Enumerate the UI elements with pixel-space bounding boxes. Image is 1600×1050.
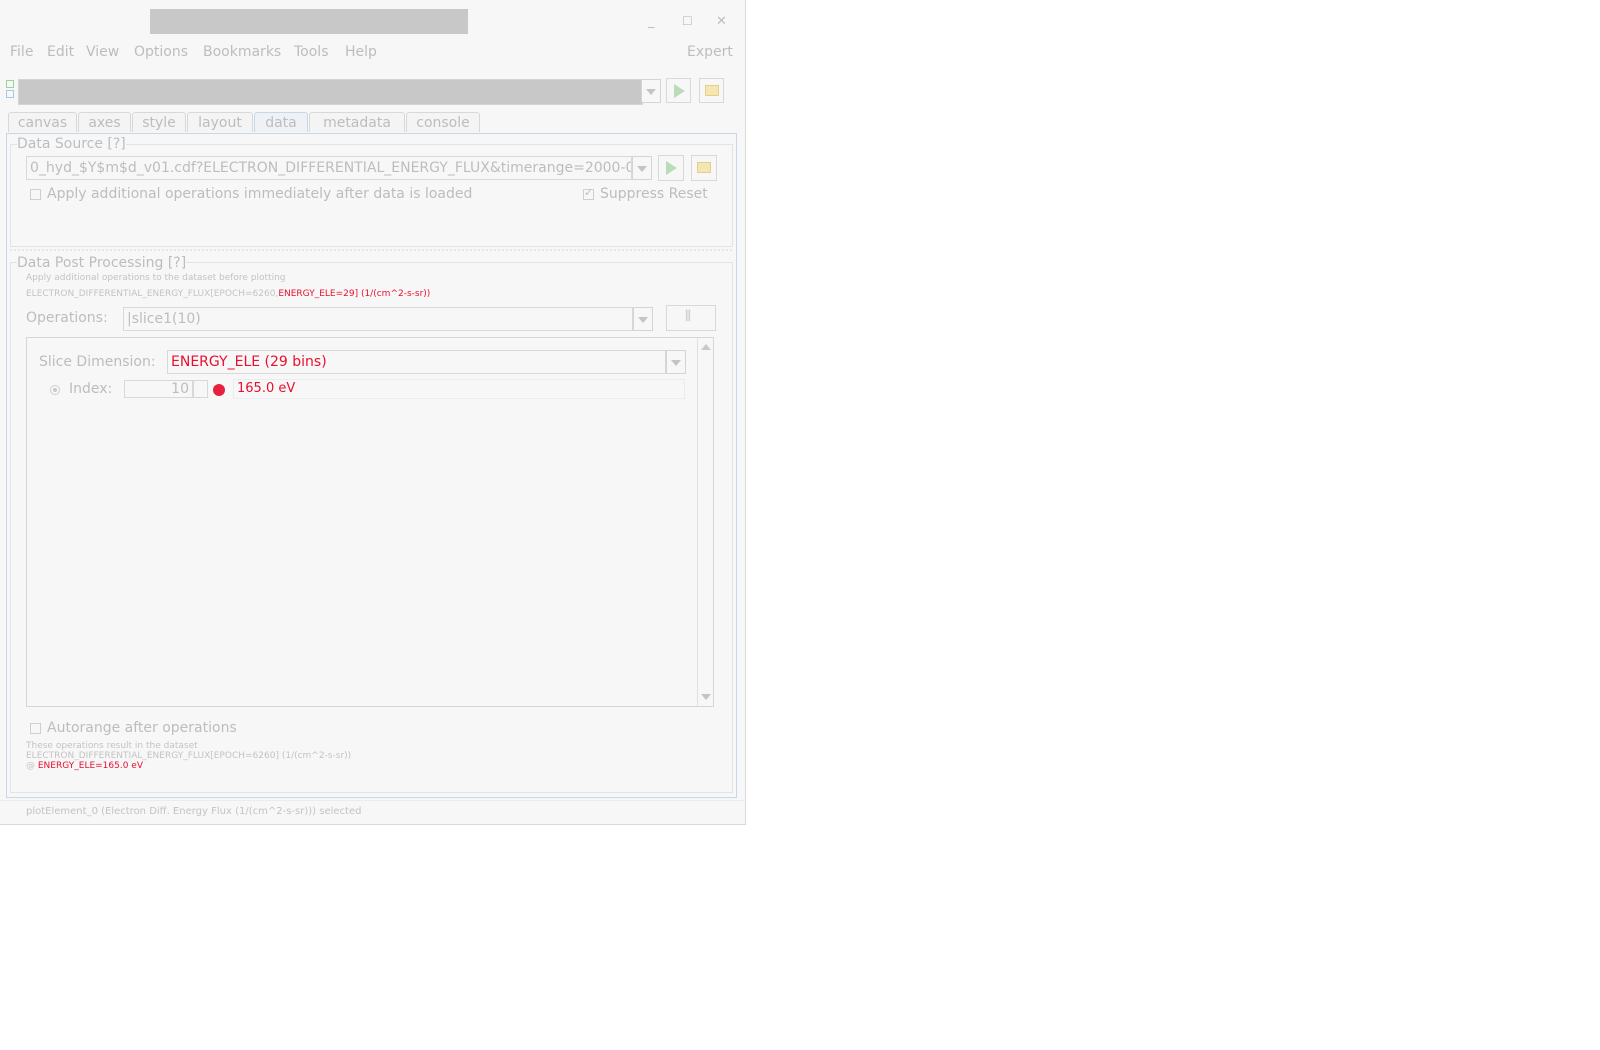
- menu-view[interactable]: View: [86, 44, 119, 60]
- title-bar: _ ☐ ✕: [0, 0, 745, 44]
- address-plot-button[interactable]: [666, 78, 691, 103]
- post-processing-title[interactable]: Data Post Processing [?]: [17, 255, 187, 271]
- folder-icon: [697, 162, 711, 173]
- menu-help[interactable]: Help: [345, 44, 377, 60]
- menu-bookmarks[interactable]: Bookmarks: [203, 44, 281, 60]
- tab-canvas[interactable]: canvas: [8, 112, 77, 132]
- menu-tools[interactable]: Tools: [294, 44, 329, 60]
- status-bar-text: plotElement_0 (Electron Diff. Energy Flu…: [26, 806, 362, 817]
- result-at-prefix: @: [26, 761, 35, 771]
- tab-data[interactable]: data: [254, 112, 308, 132]
- sliders-icon: ⫼: [685, 309, 691, 324]
- result-dataset-slice: @ ENERGY_ELE=165.0 eV: [26, 761, 143, 771]
- chevron-down-icon: [646, 89, 656, 95]
- play-icon: [674, 84, 685, 98]
- result-hint: These operations result in the dataset: [26, 741, 198, 751]
- data-source-dropdown-button[interactable]: [632, 156, 652, 180]
- play-icon: [666, 161, 677, 175]
- tab-metadata[interactable]: metadata: [309, 112, 405, 132]
- result-at-highlight: ENERGY_ELE=165.0 eV: [37, 761, 144, 771]
- chevron-down-icon: [637, 166, 647, 172]
- menu-options[interactable]: Options: [134, 44, 188, 60]
- slice-dimension-select[interactable]: ENERGY_ELE (29 bins): [167, 350, 666, 374]
- input-dataset-highlight: ENERGY_ELE=29] (1/(cm^2-s-sr)): [278, 289, 431, 299]
- menu-edit[interactable]: Edit: [47, 44, 74, 60]
- input-dataset-description: ELECTRON_DIFFERENTIAL_ENERGY_FLUX[EPOCH=…: [26, 289, 430, 299]
- checkmark-icon: ✓: [584, 186, 594, 199]
- folder-icon: [705, 85, 719, 96]
- result-dataset-description: ELECTRON_DIFFERENTIAL_ENERGY_FLUX[EPOCH=…: [26, 751, 352, 761]
- minimize-icon[interactable]: _: [648, 14, 655, 29]
- input-dataset-prefix: ELECTRON_DIFFERENTIAL_ENERGY_FLUX[EPOCH=…: [26, 289, 279, 299]
- operations-field[interactable]: |slice1(10): [123, 307, 633, 331]
- operations-editor-button[interactable]: ⫼: [666, 305, 716, 331]
- apply-ops-checkbox[interactable]: [30, 189, 41, 200]
- chevron-down-icon: [638, 317, 648, 323]
- menu-file[interactable]: File: [10, 44, 33, 60]
- close-icon[interactable]: ✕: [716, 14, 727, 29]
- status-dot-icon: [213, 384, 225, 396]
- tab-layout[interactable]: layout: [187, 112, 253, 132]
- index-label: Index:: [69, 381, 113, 397]
- splitter-handle[interactable]: [10, 249, 733, 251]
- index-spinner-field[interactable]: 10: [124, 380, 194, 398]
- apply-ops-label: Apply additional operations immediately …: [47, 186, 473, 202]
- window-title-redacted: [150, 9, 468, 34]
- suppress-reset-checkbox[interactable]: ✓: [583, 186, 594, 200]
- chevron-down-icon: [671, 360, 681, 366]
- status-indicator-blue: [6, 90, 14, 98]
- radio-dot: [53, 388, 57, 392]
- operations-dropdown-button[interactable]: [633, 307, 653, 331]
- maximize-icon[interactable]: ☐: [682, 14, 693, 28]
- expert-mode-toggle[interactable]: Expert: [687, 44, 733, 60]
- autorange-label: Autorange after operations: [47, 720, 237, 736]
- tab-style[interactable]: style: [132, 112, 186, 132]
- data-source-browse-button[interactable]: [691, 155, 717, 181]
- status-indicator-green: [6, 80, 14, 88]
- menu-bar: File Edit View Options Bookmarks Tools H…: [0, 42, 745, 66]
- status-divider: [0, 800, 745, 801]
- post-processing-hint: Apply additional operations to the datas…: [26, 273, 286, 283]
- autorange-checkbox[interactable]: [30, 723, 41, 734]
- address-dropdown-button[interactable]: [641, 79, 661, 103]
- tab-axes[interactable]: axes: [78, 112, 131, 132]
- index-value-readout: 165.0 eV: [233, 379, 685, 399]
- app-window: _ ☐ ✕ File Edit View Options Bookmarks T…: [0, 0, 746, 825]
- tab-console[interactable]: console: [406, 112, 480, 132]
- scroll-down-icon[interactable]: [701, 694, 711, 700]
- address-browse-button[interactable]: [699, 78, 724, 103]
- index-spinner-buttons[interactable]: [192, 380, 208, 398]
- suppress-reset-label: Suppress Reset: [600, 186, 708, 202]
- editor-scrollbar[interactable]: [697, 338, 713, 706]
- data-source-uri-field[interactable]: 0_hyd_$Y$m$d_v01.cdf?ELECTRON_DIFFERENTI…: [26, 156, 632, 180]
- scroll-up-icon[interactable]: [701, 344, 711, 350]
- data-source-plot-button[interactable]: [658, 155, 684, 181]
- slice-dimension-dropdown-button[interactable]: [666, 350, 686, 374]
- slice-dimension-label: Slice Dimension:: [39, 354, 156, 370]
- index-radio[interactable]: [50, 385, 60, 395]
- data-source-title[interactable]: Data Source [?]: [17, 136, 126, 152]
- address-field-redacted[interactable]: [18, 79, 643, 105]
- operations-label: Operations:: [26, 310, 108, 326]
